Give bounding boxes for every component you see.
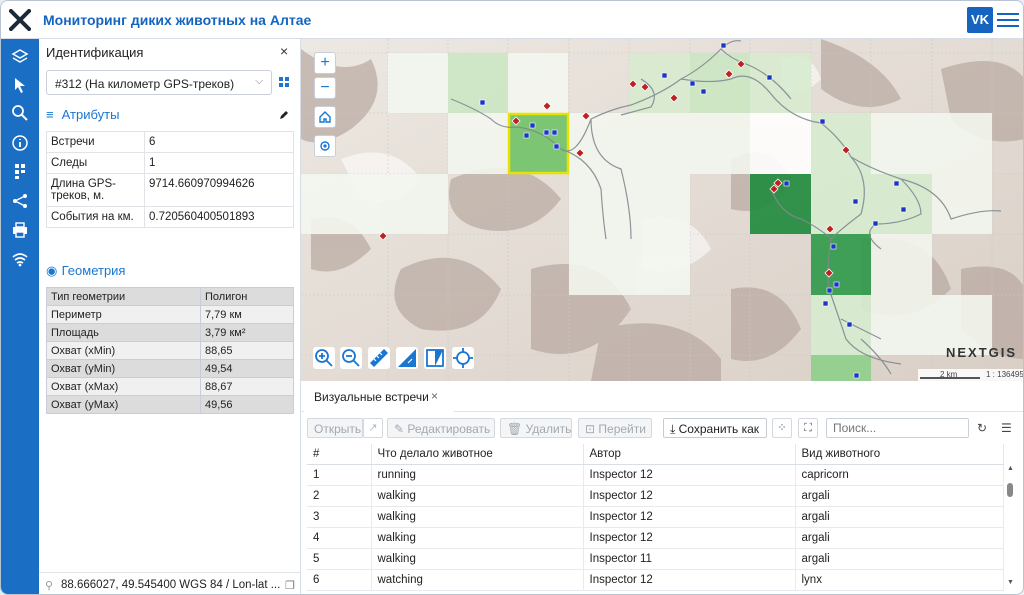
column-header-species[interactable]: Вид животного	[795, 444, 1004, 465]
goto-button[interactable]: ⊡ Перейти	[578, 418, 652, 438]
map-view[interactable]: + − NEXTGIS 2 km 1 : 136495	[301, 39, 1024, 381]
hamburger-menu-icon[interactable]	[997, 10, 1019, 30]
zoom-out-magnifier-icon	[342, 349, 360, 367]
refresh-icon[interactable]: ↻	[977, 421, 987, 435]
table-row: Охват (yMin) 49,54	[46, 359, 294, 378]
info-icon[interactable]	[10, 133, 30, 153]
tab-visual-encounters[interactable]: Визуальные встречи ×	[304, 381, 454, 412]
crosshair-button[interactable]	[452, 347, 474, 369]
attributes-table: Встречи 6 Следы 1 Длина GPS-треков, м. 9714…	[46, 131, 294, 228]
save-as-button[interactable]: ⤓ Сохранить как	[663, 418, 767, 438]
table-row: Тип геометрии Полигон	[46, 287, 294, 306]
chevron-down-icon: ⌵	[255, 75, 264, 87]
area-triangle-icon	[398, 349, 416, 367]
table-row: События на км. 0.720560400501893	[46, 206, 294, 228]
columns-settings-icon[interactable]: ☰	[1001, 421, 1012, 435]
scrollbar-thumb[interactable]	[1007, 483, 1013, 497]
swipe-icon	[426, 349, 444, 367]
search-icon[interactable]	[10, 103, 30, 123]
feature-table-panel: Визуальные встречи × Открыть ↗ ✎ Редакти…	[301, 381, 1023, 594]
layers-icon[interactable]	[10, 47, 30, 67]
table-row: Охват (yMax) 49,56	[46, 395, 294, 414]
home-icon	[319, 111, 331, 123]
panel-title: Идентификация	[46, 45, 144, 60]
select-cursor-icon[interactable]	[10, 75, 30, 95]
copy-icon[interactable]: ❐	[285, 579, 295, 592]
top-bar: Мониторинг диких животных на Алтае VK	[1, 1, 1023, 39]
measure-distance-button[interactable]	[368, 347, 390, 369]
table-row[interactable]: 4 walking Inspector 12 argali	[307, 527, 1004, 549]
search-input[interactable]	[826, 418, 969, 438]
table-row: Длина GPS-треков, м. 9714.660970994626	[46, 173, 294, 207]
attributes-section-title: ≡ Атрибуты	[46, 107, 120, 122]
column-header-author[interactable]: Автор	[583, 444, 796, 465]
fullscreen-icon[interactable]: ⛶	[798, 418, 818, 438]
home-button[interactable]	[314, 106, 336, 128]
object-select-value: #312 (На километр GPS-треков)	[55, 77, 235, 91]
object-select[interactable]: #312 (На километр GPS-треков) ⌵	[46, 70, 272, 95]
table-row: Охват (xMax) 88,67	[46, 377, 294, 396]
encounters-table: # Что делало животное Автор Вид животног…	[307, 444, 1004, 591]
app-title: Мониторинг диких животных на Алтае	[43, 12, 312, 28]
close-icon[interactable]: ×	[280, 43, 288, 59]
edit-pencil-icon[interactable]	[279, 110, 289, 120]
location-pin-icon: ⚲	[45, 580, 54, 592]
wifi-icon[interactable]	[10, 249, 30, 269]
app-window: Мониторинг диких животных на Алтае VK Ид…	[0, 0, 1024, 595]
scroll-down-icon[interactable]: ▼	[1007, 579, 1014, 586]
print-icon[interactable]	[10, 220, 30, 240]
map-canvas[interactable]	[301, 39, 1024, 381]
identify-icon[interactable]	[10, 161, 30, 181]
table-row[interactable]: 3 walking Inspector 12 argali	[307, 506, 1004, 528]
cursor-coordinates: 88.666027, 49.545400 WGS 84 / Lon-lat ..…	[61, 579, 281, 591]
coordinates-bar: ⚲ 88.666027, 49.545400 WGS 84 / Lon-lat …	[39, 572, 301, 594]
nextgis-brand-logo: NEXTGIS	[946, 345, 1018, 360]
delete-button[interactable]: 🗑 Удалить	[500, 418, 572, 438]
zoom-in-magnifier-icon	[315, 349, 333, 367]
zoom-in-tool-button[interactable]	[313, 347, 335, 369]
open-button[interactable]: Открыть	[307, 418, 363, 438]
table-row: Охват (xMin) 88,65	[46, 341, 294, 360]
nextgis-logo-icon[interactable]	[9, 9, 31, 31]
open-external-icon[interactable]: ↗	[363, 418, 383, 438]
panel-header: Идентификация ×	[39, 39, 301, 65]
swipe-layer-button[interactable]	[424, 347, 446, 369]
ruler-icon	[370, 349, 388, 367]
column-header-number[interactable]: #	[307, 444, 372, 465]
tab-bar: Визуальные встречи ×	[301, 381, 1023, 412]
edit-button[interactable]: ✎ Редактировать	[387, 418, 495, 438]
user-avatar[interactable]: VK	[967, 7, 993, 33]
zoom-to-selection-icon[interactable]: ⁘	[772, 418, 792, 438]
table-header-row: # Что делало животное Автор Вид животног…	[307, 444, 1004, 465]
share-icon[interactable]	[10, 191, 30, 211]
list-icon: ≡	[46, 107, 54, 122]
zoom-out-tool-button[interactable]	[340, 347, 362, 369]
zoom-to-feature-icon[interactable]	[278, 76, 290, 88]
tool-rail	[1, 39, 39, 594]
table-row: Площадь 3,79 км²	[46, 323, 294, 342]
crosshair-icon	[453, 348, 473, 368]
geolocation-icon	[320, 141, 330, 151]
table-row[interactable]: 2 walking Inspector 12 argali	[307, 485, 1004, 507]
table-row: Периметр 7,79 км	[46, 305, 294, 324]
zoom-out-button[interactable]: −	[314, 77, 336, 99]
zoom-in-button[interactable]: +	[314, 52, 336, 74]
table-row[interactable]: 6 watching Inspector 12 lynx	[307, 569, 1004, 591]
table-row[interactable]: 5 walking Inspector 11 argali	[307, 548, 1004, 570]
column-header-activity[interactable]: Что делало животное	[371, 444, 584, 465]
scroll-up-icon[interactable]: ▲	[1007, 465, 1014, 472]
locate-button[interactable]	[314, 135, 336, 157]
scale-bar: 2 km 1 : 136495	[918, 369, 1023, 381]
table-row[interactable]: 1 running Inspector 12 capricorn	[307, 464, 1004, 486]
geometry-section-title: ◉ Геометрия	[46, 263, 126, 278]
globe-icon: ◉	[46, 263, 58, 278]
close-icon[interactable]: ×	[431, 389, 438, 403]
geometry-table: Тип геометрии Полигон Периметр 7,79 км Пло…	[46, 287, 294, 414]
identification-panel: Идентификация × #312 (На километр GPS-тр…	[39, 39, 301, 594]
table-scrollbar[interactable]: ▲ ▼	[1005, 463, 1015, 589]
table-row: Следы 1	[46, 152, 294, 174]
measure-area-button[interactable]	[396, 347, 418, 369]
table-row: Встречи 6	[46, 131, 294, 153]
